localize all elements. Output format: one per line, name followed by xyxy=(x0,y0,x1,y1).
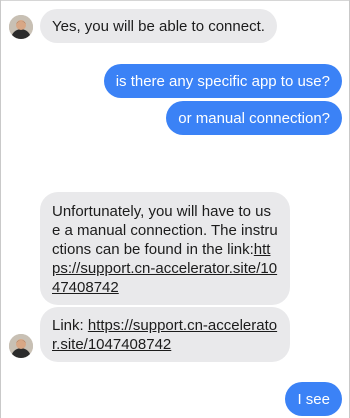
agent-avatar-icon xyxy=(9,334,33,358)
message-bubble-incoming: Link: https://support.cn-accelerator.sit… xyxy=(40,307,290,362)
message-bubble-outgoing: I see xyxy=(285,382,342,416)
message-bubble-outgoing: is there any specific app to use? xyxy=(103,64,342,98)
message-bubble-outgoing: or manual connection? xyxy=(166,101,342,135)
message-text: or manual connection? xyxy=(178,110,330,127)
message-text: Link: xyxy=(52,317,88,334)
message-text: Unfortunately, you will have to use a ma… xyxy=(52,203,278,258)
message-bubble-incoming: Yes, you will be able to connect. xyxy=(40,9,277,43)
agent-avatar-icon xyxy=(9,15,33,39)
window-left-border xyxy=(0,0,1,418)
message-text: Yes, you will be able to connect. xyxy=(52,18,265,35)
message-text: I see xyxy=(297,391,330,408)
message-text: is there any specific app to use? xyxy=(115,73,330,90)
window-top-border xyxy=(0,0,350,1)
message-bubble-incoming: Unfortunately, you will have to use a ma… xyxy=(40,192,290,305)
